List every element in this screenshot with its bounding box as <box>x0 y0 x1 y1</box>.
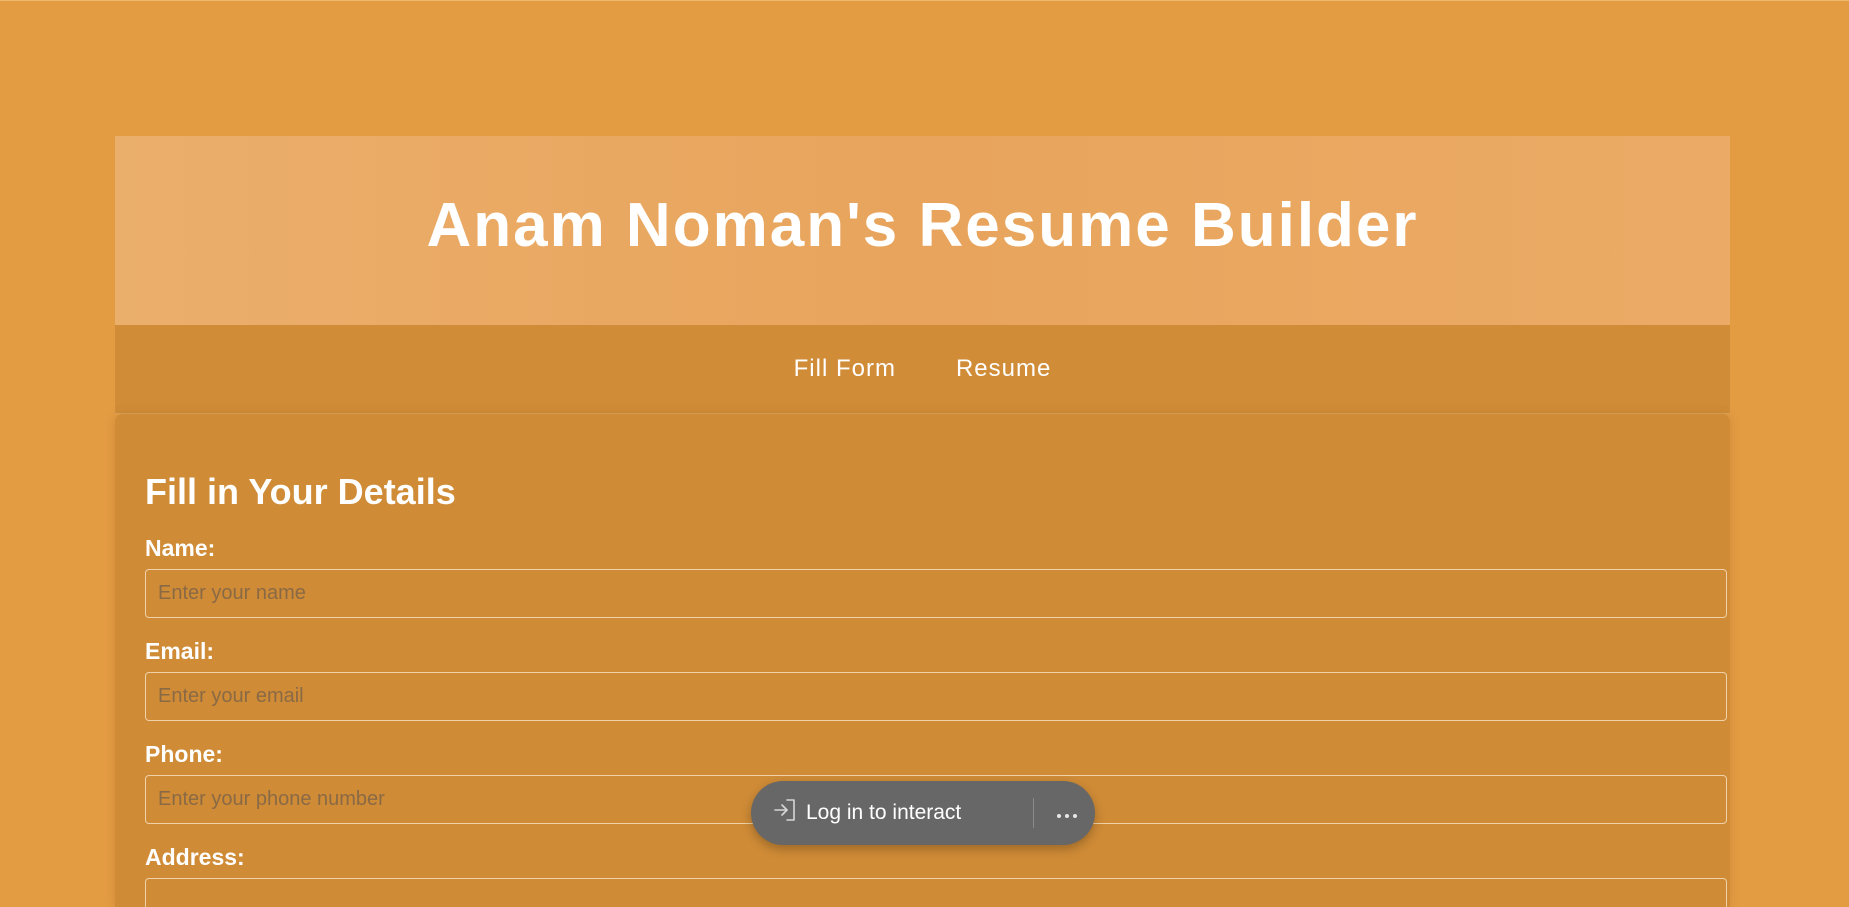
pill-divider <box>1033 798 1034 828</box>
email-input[interactable] <box>145 672 1727 721</box>
top-edge-line <box>0 0 1849 1</box>
sign-in-icon <box>772 797 806 829</box>
login-label: Log in to interact <box>806 801 962 824</box>
login-button[interactable]: Log in to interact <box>751 781 961 845</box>
form-heading: Fill in Your Details <box>145 471 456 512</box>
nav-link-fill-form[interactable]: Fill Form <box>794 355 896 383</box>
address-label: Address: <box>145 844 245 870</box>
phone-label: Phone: <box>145 741 223 767</box>
nav-link-resume[interactable]: Resume <box>956 355 1051 383</box>
name-input[interactable] <box>145 569 1727 618</box>
more-options-icon <box>1056 801 1078 825</box>
address-input[interactable] <box>145 878 1727 907</box>
site-header: Anam Noman's Resume Builder <box>115 136 1730 325</box>
login-overlay-pill: Log in to interact <box>751 781 1095 845</box>
more-options-button[interactable] <box>1047 793 1087 833</box>
email-label: Email: <box>145 638 215 664</box>
page-title: Anam Noman's Resume Builder <box>426 191 1419 260</box>
name-label: Name: <box>145 535 216 561</box>
main-nav: Fill Form Resume <box>115 325 1730 414</box>
